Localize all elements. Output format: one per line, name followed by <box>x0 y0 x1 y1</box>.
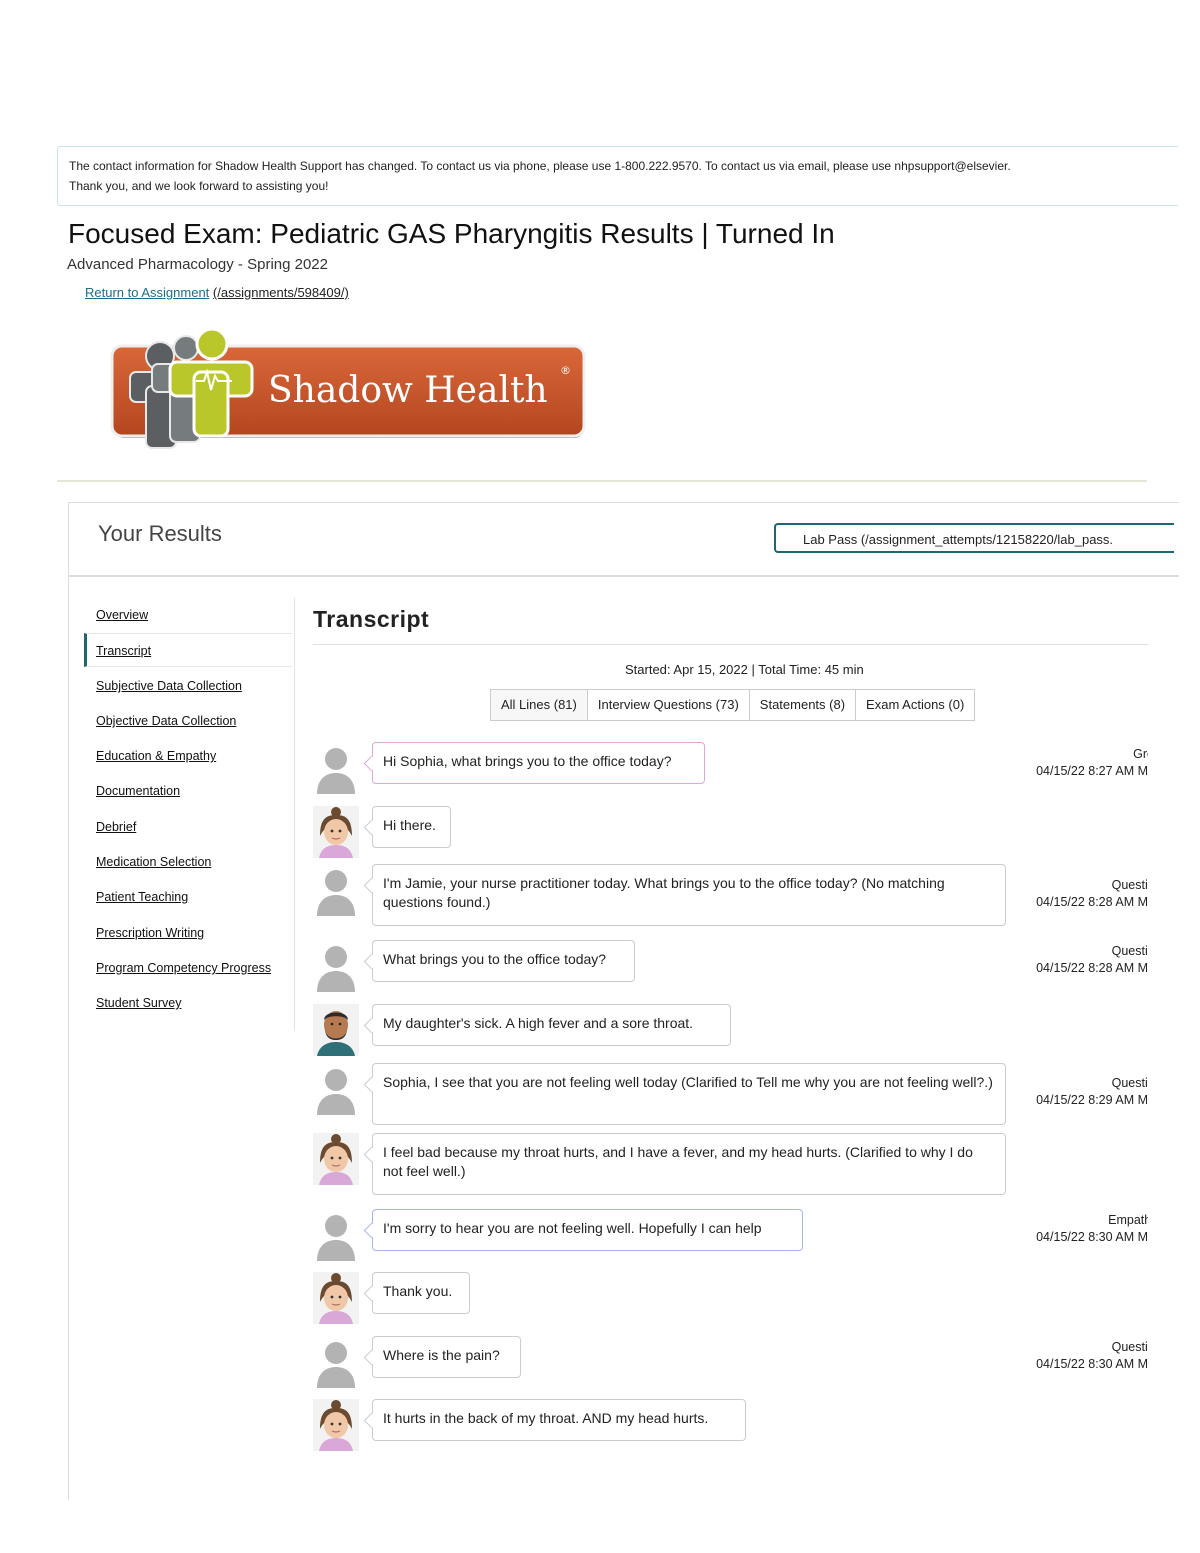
transcript-started: Started: Apr 15, 2022 | Total Time: 45 m… <box>625 662 864 677</box>
sidebar-item-label[interactable]: Subjective Data Collection <box>96 679 242 693</box>
message-meta: Empathi 04/15/22 8:30 AM M <box>1013 1213 1148 1244</box>
sidebar-item-label[interactable]: Medication Selection <box>96 855 211 869</box>
sidebar-item-label[interactable]: Prescription Writing <box>96 926 204 940</box>
message-meta: Questic 04/15/22 8:29 AM M <box>1013 1076 1148 1107</box>
course-subtitle: Advanced Pharmacology - Spring 2022 <box>67 256 328 273</box>
message-timestamp: 04/15/22 8:28 AM M <box>1036 895 1148 909</box>
message-category: Empathi <box>1108 1213 1148 1227</box>
message-bubble: My daughter's sick. A high fever and a s… <box>372 1004 731 1046</box>
tab-exam-actions[interactable]: Exam Actions (0) <box>855 689 976 721</box>
message-bubble: Thank you. <box>372 1272 470 1314</box>
patient-avatar-icon <box>313 1399 359 1451</box>
notice-line-1: The contact information for Shadow Healt… <box>69 159 1011 173</box>
sidebar-item-transcript[interactable]: Transcript <box>84 633 292 667</box>
message-bubble: I'm Jamie, your nurse practitioner today… <box>372 864 1006 926</box>
return-to-assignment[interactable]: Return to Assignment (/assignments/59840… <box>85 285 349 300</box>
section-divider <box>57 480 1147 482</box>
sidebar-item-label[interactable]: Transcript <box>96 644 151 658</box>
sidebar-item-label[interactable]: Education & Empathy <box>96 749 216 763</box>
shadow-health-logo: Shadow Health ® <box>110 327 586 449</box>
student-avatar-icon <box>313 1209 359 1261</box>
patient-avatar-icon <box>313 1272 359 1324</box>
message-category: Questic <box>1111 878 1148 892</box>
results-title: Your Results <box>98 521 222 546</box>
message-bubble: I'm sorry to hear you are not feeling we… <box>372 1209 803 1251</box>
sidebar-item-medication-selection[interactable]: Medication Selection <box>84 845 292 879</box>
return-link[interactable]: Return to Assignment <box>85 285 209 300</box>
results-sidebar: Overview Transcript Subjective Data Coll… <box>84 598 295 1030</box>
transcript-title: Transcript <box>313 606 430 632</box>
sidebar-item-debrief[interactable]: Debrief <box>84 810 292 844</box>
sidebar-item-label[interactable]: Patient Teaching <box>96 890 188 904</box>
student-avatar-icon <box>313 940 359 992</box>
sidebar-item-label[interactable]: Overview <box>96 608 148 622</box>
tab-interview-questions[interactable]: Interview Questions (73) <box>586 689 750 721</box>
transcript-filter-tabs: All Lines (81) Interview Questions (73) … <box>490 689 976 721</box>
message-bubble: It hurts in the back of my throat. AND m… <box>372 1399 746 1441</box>
support-notice: The contact information for Shadow Healt… <box>57 146 1178 206</box>
sidebar-item-label[interactable]: Documentation <box>96 784 180 798</box>
message-meta: Questic 04/15/22 8:30 AM M <box>1013 1340 1148 1371</box>
sidebar-item-label[interactable]: Student Survey <box>96 996 181 1010</box>
sidebar-item-objective-data-collection[interactable]: Objective Data Collection <box>84 704 292 738</box>
transcript-divider <box>313 644 1148 645</box>
sidebar-item-documentation[interactable]: Documentation <box>84 774 292 808</box>
svg-text:®: ® <box>560 364 571 377</box>
sidebar-item-overview[interactable]: Overview <box>84 598 292 632</box>
sidebar-item-patient-teaching[interactable]: Patient Teaching <box>84 880 292 914</box>
tab-statements[interactable]: Statements (8) <box>748 689 857 721</box>
message-bubble: Sophia, I see that you are not feeling w… <box>372 1063 1006 1125</box>
student-avatar-icon <box>313 742 359 794</box>
message-meta: Gre 04/15/22 8:27 AM M <box>1013 747 1148 778</box>
sidebar-item-label[interactable]: Debrief <box>96 820 136 834</box>
sidebar-item-subjective-data-collection[interactable]: Subjective Data Collection <box>84 669 292 703</box>
message-timestamp: 04/15/22 8:30 AM M <box>1036 1357 1148 1371</box>
notice-line-2: Thank you, and we look forward to assist… <box>69 179 329 193</box>
message-timestamp: 04/15/22 8:29 AM M <box>1036 1093 1148 1107</box>
sidebar-item-education-empathy[interactable]: Education & Empathy <box>84 739 292 773</box>
message-category: Questic <box>1111 944 1148 958</box>
sidebar-item-prescription-writing[interactable]: Prescription Writing <box>84 916 292 950</box>
page-title: Focused Exam: Pediatric GAS Pharyngitis … <box>68 218 835 249</box>
student-avatar-icon <box>313 1063 359 1115</box>
message-bubble: Where is the pain? <box>372 1336 521 1378</box>
parent-avatar-icon <box>313 1004 359 1056</box>
student-avatar-icon <box>313 864 359 916</box>
results-header: Your Results Lab Pass (/assignment_attem… <box>68 502 1179 577</box>
content-border <box>68 575 69 1500</box>
message-category: Questic <box>1111 1076 1148 1090</box>
sidebar-item-program-competency-progress[interactable]: Program Competency Progress <box>84 951 292 985</box>
return-path: (/assignments/598409/) <box>212 285 349 300</box>
message-timestamp: 04/15/22 8:28 AM M <box>1036 961 1148 975</box>
message-meta: Questic 04/15/22 8:28 AM M <box>1013 878 1148 909</box>
message-category: Questic <box>1111 1340 1148 1354</box>
sidebar-item-label[interactable]: Program Competency Progress <box>96 961 271 975</box>
sidebar-item-label[interactable]: Objective Data Collection <box>96 714 236 728</box>
patient-avatar-icon <box>313 806 359 858</box>
message-bubble: I feel bad because my throat hurts, and … <box>372 1133 1006 1195</box>
message-meta: Questic 04/15/22 8:28 AM M <box>1013 944 1148 975</box>
tab-all-lines[interactable]: All Lines (81) <box>490 689 588 721</box>
message-bubble: What brings you to the office today? <box>372 940 635 982</box>
message-category: Gre <box>1133 747 1148 761</box>
message-timestamp: 04/15/22 8:30 AM M <box>1036 1230 1148 1244</box>
svg-text:Shadow Health: Shadow Health <box>268 370 548 411</box>
message-bubble: Hi there. <box>372 806 451 848</box>
message-bubble: Hi Sophia, what brings you to the office… <box>372 742 705 784</box>
student-avatar-icon <box>313 1336 359 1388</box>
lab-pass-button[interactable]: Lab Pass (/assignment_attempts/12158220/… <box>774 523 1174 553</box>
sidebar-item-student-survey[interactable]: Student Survey <box>84 986 292 1020</box>
patient-avatar-icon <box>313 1133 359 1185</box>
message-timestamp: 04/15/22 8:27 AM M <box>1036 764 1148 778</box>
